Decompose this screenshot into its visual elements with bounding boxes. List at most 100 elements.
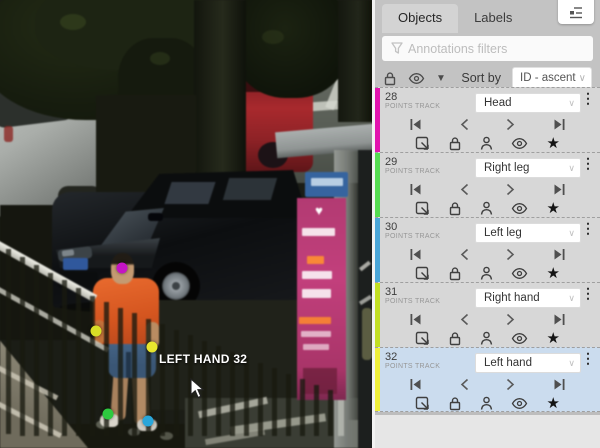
last-keyframe-button[interactable] <box>553 313 566 326</box>
annotation-canvas[interactable]: ♥ <box>0 0 372 448</box>
tab-objects[interactable]: Objects <box>382 4 458 33</box>
occluded-button[interactable] <box>480 136 493 151</box>
keyframe-star-button[interactable]: ★ <box>547 201 560 216</box>
first-keyframe-button[interactable] <box>409 248 422 261</box>
previous-keyframe-button[interactable] <box>460 248 469 261</box>
object-card-32[interactable]: 32 POINTS TRACK Left hand ∨ ⋮ ★ <box>375 347 600 412</box>
lock-button[interactable] <box>448 396 462 411</box>
railing-baluster <box>62 280 67 436</box>
hide-button[interactable] <box>511 137 528 150</box>
panel-menu-button[interactable] <box>558 0 594 24</box>
object-buttons-row: ★ <box>387 134 586 152</box>
object-label-select[interactable]: Head ∨ <box>475 93 581 113</box>
railing-baluster <box>244 357 249 436</box>
keyframe-nav-row <box>393 115 582 133</box>
next-keyframe-button[interactable] <box>506 183 515 196</box>
object-card-31[interactable]: 31 POINTS TRACK Right hand ∨ ⋮ ★ <box>375 282 600 347</box>
object-actions-menu-icon[interactable]: ⋮ <box>581 351 595 365</box>
annotations-filter-field[interactable] <box>382 36 593 61</box>
switch-outside-button[interactable] <box>415 266 430 281</box>
lock-button[interactable] <box>448 266 462 281</box>
object-color-stripe <box>375 88 380 152</box>
lock-button[interactable] <box>448 136 462 151</box>
object-label-value: Head <box>484 97 512 109</box>
annotation-app: ♥ <box>0 0 600 448</box>
railing-baluster <box>34 265 39 436</box>
railing-baluster <box>314 385 319 436</box>
object-card-29[interactable]: 29 POINTS TRACK Right leg ∨ ⋮ ★ <box>375 152 600 217</box>
keyframe-nav-row <box>393 310 582 328</box>
hide-button[interactable] <box>511 202 528 215</box>
hide-button[interactable] <box>511 397 528 410</box>
keyframe-nav-row <box>393 180 582 198</box>
railing-baluster <box>132 313 137 436</box>
keyframe-star-button[interactable]: ★ <box>547 331 560 346</box>
first-keyframe-button[interactable] <box>409 378 422 391</box>
lock-all-button[interactable] <box>383 71 397 86</box>
railing-baluster <box>6 249 11 434</box>
sidebar-tabs: Objects Labels <box>375 0 600 33</box>
object-id: 31 <box>385 286 397 298</box>
previous-keyframe-button[interactable] <box>460 378 469 391</box>
railing-baluster <box>258 363 263 436</box>
hide-button[interactable] <box>511 332 528 345</box>
first-keyframe-button[interactable] <box>409 313 422 326</box>
keyframe-star-button[interactable]: ★ <box>547 136 560 151</box>
lock-button[interactable] <box>448 201 462 216</box>
keypoint-left-leg[interactable] <box>143 416 154 427</box>
object-id: 29 <box>385 156 397 168</box>
object-card-30[interactable]: 30 POINTS TRACK Left leg ∨ ⋮ ★ <box>375 217 600 282</box>
occluded-button[interactable] <box>480 331 493 346</box>
keyframe-star-button[interactable]: ★ <box>547 396 560 411</box>
previous-keyframe-button[interactable] <box>460 313 469 326</box>
object-label-select[interactable]: Left hand ∨ <box>475 353 581 373</box>
annotations-filter-input[interactable] <box>382 36 593 61</box>
next-keyframe-button[interactable] <box>506 118 515 131</box>
object-label-value: Left hand <box>484 357 532 369</box>
keyframe-star-button[interactable]: ★ <box>547 266 560 281</box>
last-keyframe-button[interactable] <box>553 248 566 261</box>
railing-baluster <box>286 374 291 436</box>
next-keyframe-button[interactable] <box>506 313 515 326</box>
object-color-stripe <box>375 153 380 217</box>
object-actions-menu-icon[interactable]: ⋮ <box>581 286 595 300</box>
last-keyframe-button[interactable] <box>553 378 566 391</box>
previous-keyframe-button[interactable] <box>460 118 469 131</box>
object-actions-menu-icon[interactable]: ⋮ <box>581 221 595 235</box>
next-keyframe-button[interactable] <box>506 248 515 261</box>
occluded-button[interactable] <box>480 201 493 216</box>
keyframe-nav-row <box>393 375 582 393</box>
object-actions-menu-icon[interactable]: ⋮ <box>581 91 595 105</box>
hide-button[interactable] <box>511 267 528 280</box>
object-label-select[interactable]: Right leg ∨ <box>475 158 581 178</box>
lock-button[interactable] <box>448 331 462 346</box>
switch-outside-button[interactable] <box>415 396 430 411</box>
object-buttons-row: ★ <box>387 199 586 217</box>
next-keyframe-button[interactable] <box>506 378 515 391</box>
hide-all-button[interactable] <box>408 72 425 85</box>
object-label-select[interactable]: Right hand ∨ <box>475 288 581 308</box>
keypoint-right-hand[interactable] <box>91 326 102 337</box>
last-keyframe-button[interactable] <box>553 183 566 196</box>
object-label-value: Right hand <box>484 292 540 304</box>
object-label-select[interactable]: Left leg ∨ <box>475 223 581 243</box>
switch-outside-button[interactable] <box>415 201 430 216</box>
railing-baluster <box>20 257 25 436</box>
keypoint-right-leg[interactable] <box>103 409 114 420</box>
switch-outside-button[interactable] <box>415 331 430 346</box>
object-actions-menu-icon[interactable]: ⋮ <box>581 156 595 170</box>
occluded-button[interactable] <box>480 266 493 281</box>
object-card-28[interactable]: 28 POINTS TRACK Head ∨ ⋮ ★ <box>375 87 600 152</box>
previous-keyframe-button[interactable] <box>460 183 469 196</box>
first-keyframe-button[interactable] <box>409 118 422 131</box>
railing-baluster <box>48 273 53 436</box>
tab-labels[interactable]: Labels <box>458 4 528 33</box>
switch-outside-button[interactable] <box>415 136 430 151</box>
last-keyframe-button[interactable] <box>553 118 566 131</box>
occluded-button[interactable] <box>480 396 493 411</box>
keypoint-left-hand[interactable] <box>147 342 158 353</box>
first-keyframe-button[interactable] <box>409 183 422 196</box>
sort-order-select[interactable]: ID - ascent ∨ <box>512 67 592 89</box>
keypoint-head[interactable] <box>117 263 128 274</box>
expand-all-button[interactable]: ▼ <box>436 73 446 84</box>
